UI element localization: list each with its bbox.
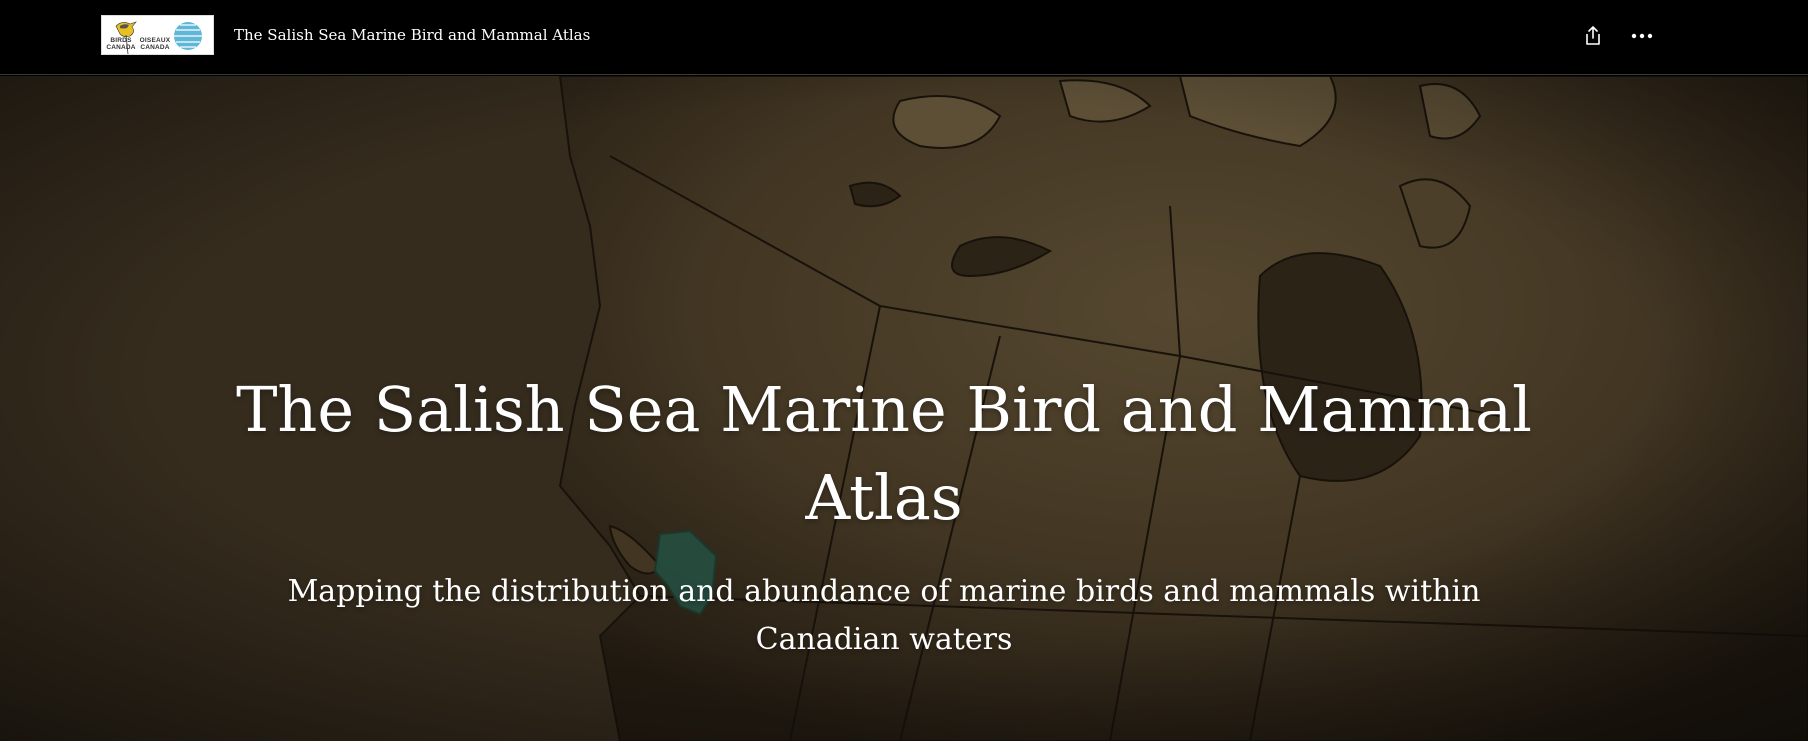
hero-title: The Salish Sea Marine Bird and Mammal At… xyxy=(236,373,1532,534)
more-options-icon xyxy=(1631,33,1653,39)
hero-section: The Salish Sea Marine Bird and Mammal At… xyxy=(0,76,1808,741)
birds-canada-logo[interactable]: BIRDS CANADA OISEAUX CANADA xyxy=(101,15,214,55)
site-title[interactable]: The Salish Sea Marine Bird and Mammal At… xyxy=(234,24,590,46)
logo-text-en: BIRDS CANADA xyxy=(106,37,136,51)
logo-text-fr: OISEAUX CANADA xyxy=(139,37,171,51)
share-icon xyxy=(1586,26,1600,45)
hero-subtitle: Mapping the distribution and abundance o… xyxy=(287,574,1481,657)
more-options-button[interactable] xyxy=(1624,18,1660,54)
share-button[interactable] xyxy=(1575,18,1611,54)
top-bar: BIRDS CANADA OISEAUX CANADA The Salish S… xyxy=(0,0,1808,75)
